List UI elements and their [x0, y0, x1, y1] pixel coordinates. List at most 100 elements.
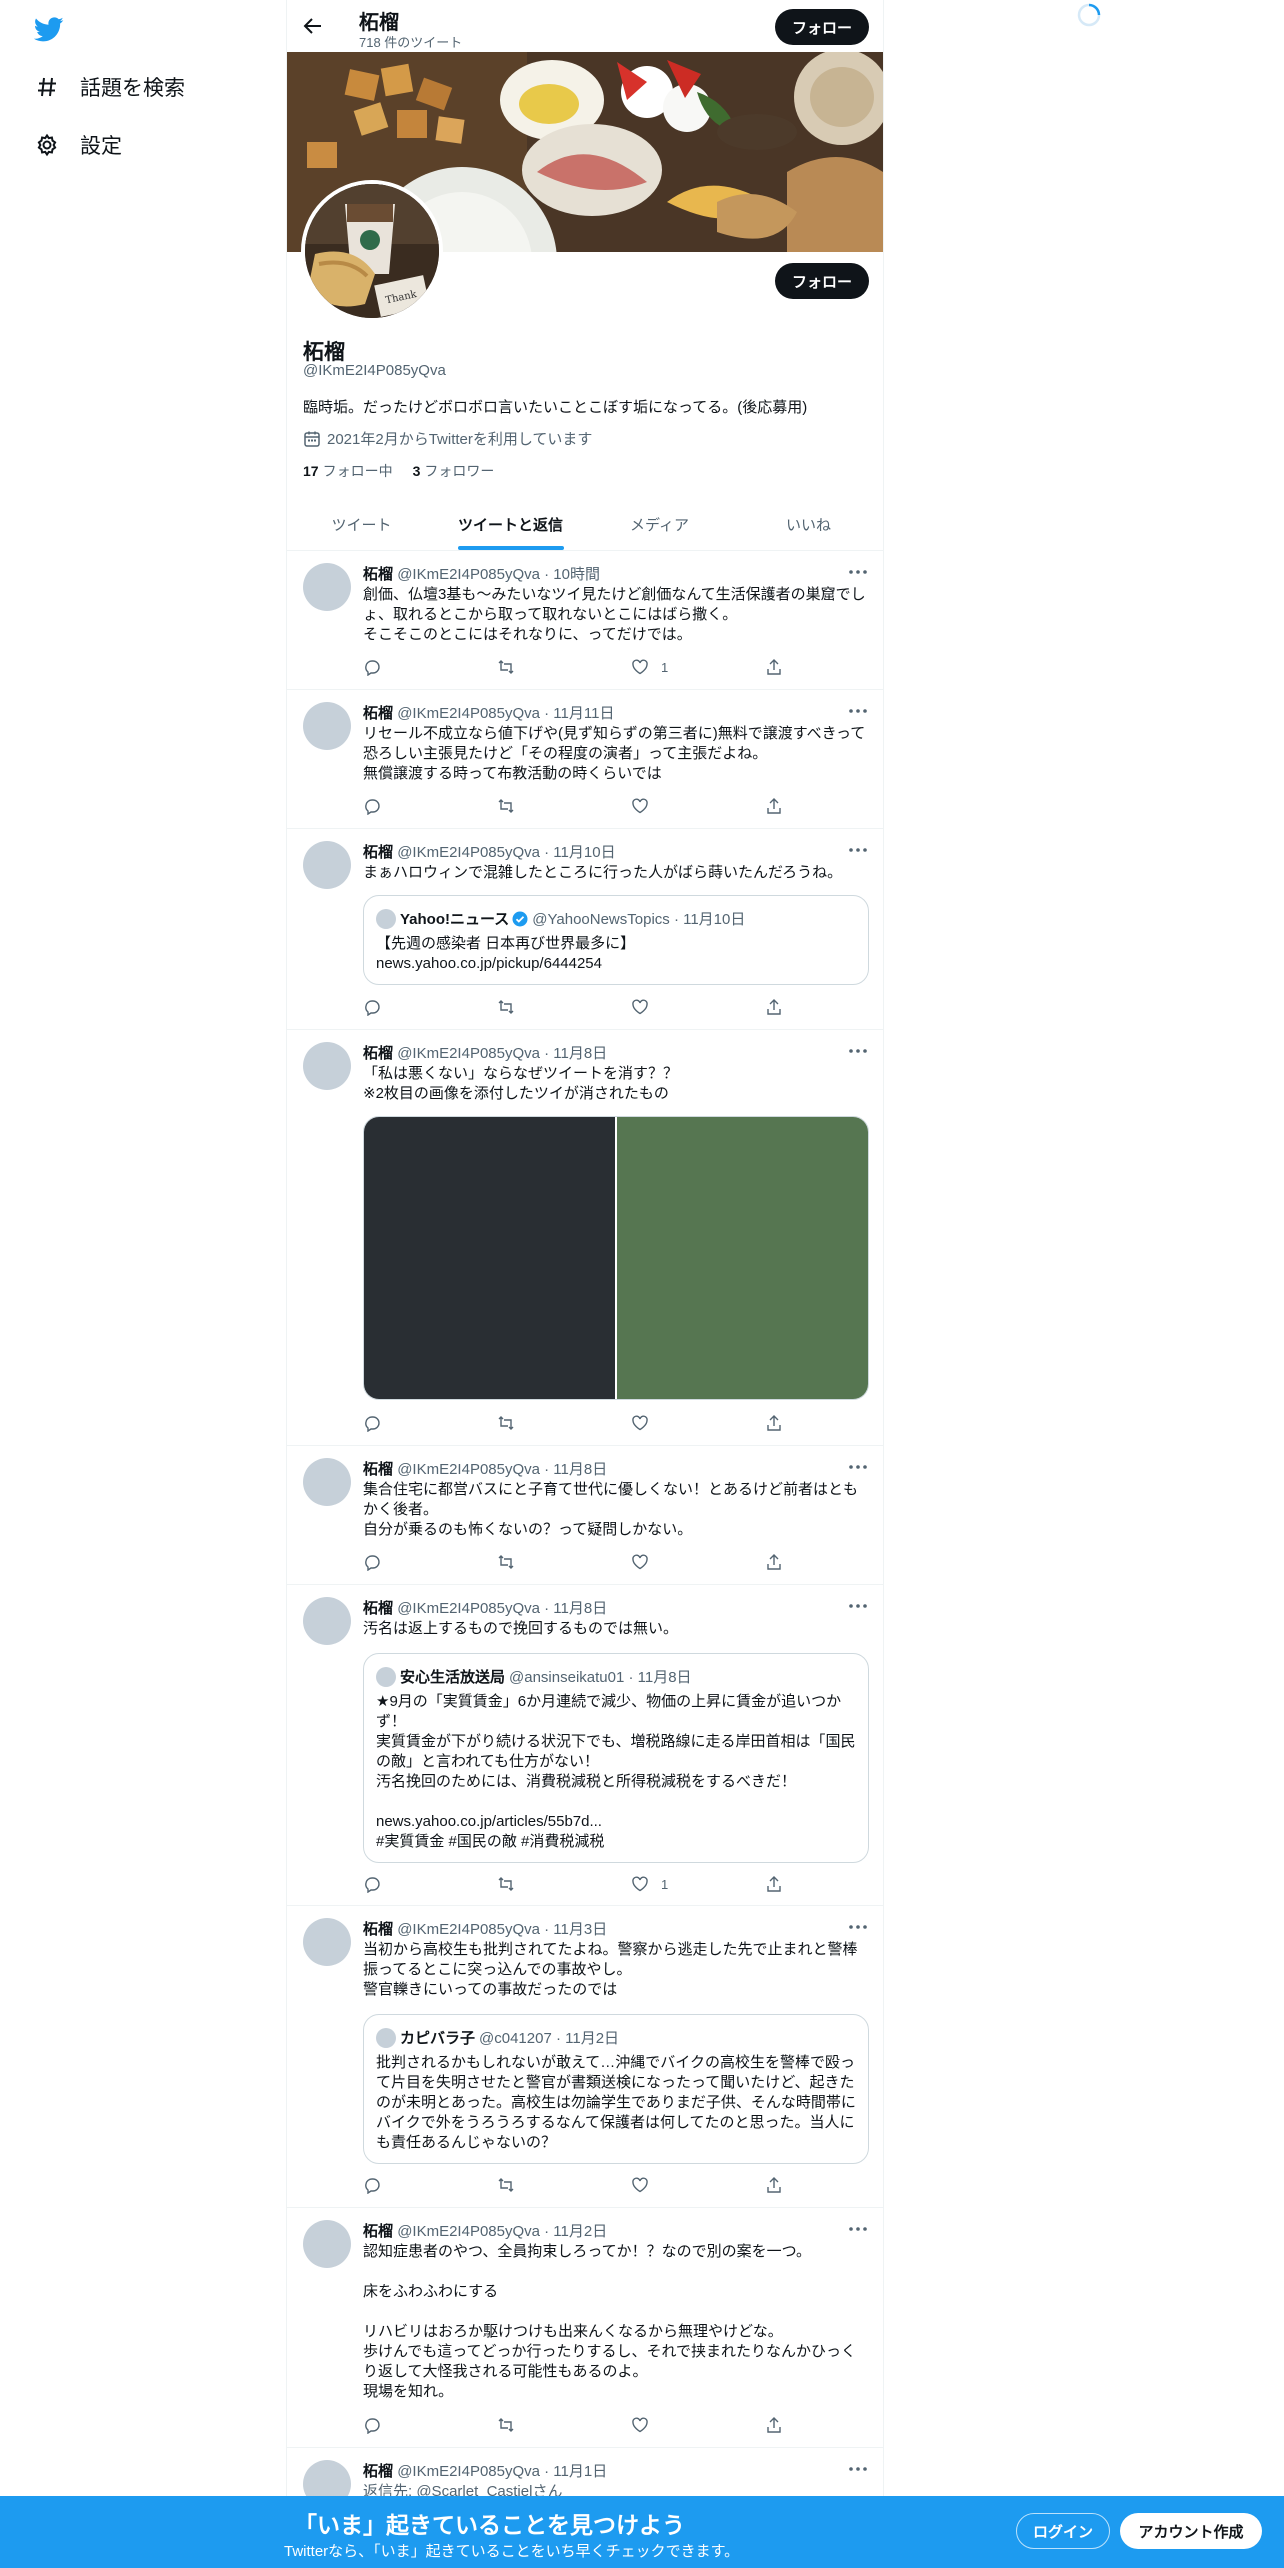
tweet-item[interactable]: 柘榴 @IKmE2I4P085yQva · 11月10日 まぁハロウィンで混雑し… [287, 829, 883, 1030]
retweet-button[interactable] [497, 2175, 631, 2195]
followers-link[interactable]: 3 フォロワー [413, 461, 495, 481]
tweet-author-name[interactable]: 柘榴 [363, 2463, 393, 2480]
like-button[interactable] [631, 1552, 765, 1572]
reply-button[interactable] [363, 2415, 497, 2435]
tweet-meta[interactable]: @IKmE2I4P085yQva · 11月2日 [397, 2223, 607, 2240]
tweet-meta[interactable]: @IKmE2I4P085yQva · 11月8日 [397, 1461, 607, 1478]
tweet-item[interactable]: 柘榴 @IKmE2I4P085yQva · 11月2日 認知症患者のやつ、全員拘… [287, 2208, 883, 2448]
login-button[interactable]: ログイン [1016, 2513, 1110, 2549]
tab-tweets-and-replies[interactable]: ツイートと返信 [436, 498, 585, 550]
reply-button[interactable] [363, 1874, 497, 1894]
tweet-avatar[interactable] [303, 2220, 351, 2268]
like-button[interactable] [631, 997, 765, 1017]
tweet-meta[interactable]: @IKmE2I4P085yQva · 11月10日 [397, 844, 615, 861]
retweet-button[interactable] [497, 1413, 631, 1433]
tweet-author-name[interactable]: 柘榴 [363, 844, 393, 861]
tweet-actions [363, 997, 783, 1017]
tweet-item[interactable]: 柘榴 @IKmE2I4P085yQva · 10時間 創価、仏壇3基も～みたいな… [287, 551, 883, 690]
share-button[interactable] [765, 1552, 783, 1572]
share-button[interactable] [765, 1413, 783, 1433]
tweet-image-2[interactable] [617, 1117, 868, 1399]
retweet-button[interactable] [497, 1552, 631, 1572]
more-options-icon[interactable] [847, 1042, 869, 1060]
tweet-author-name[interactable]: 柘榴 [363, 1045, 393, 1062]
tweet-meta[interactable]: @IKmE2I4P085yQva · 11月8日 [397, 1600, 607, 1617]
tweet-author-name[interactable]: 柘榴 [363, 1921, 393, 1938]
like-button[interactable] [631, 2175, 765, 2195]
tab-tweets[interactable]: ツイート [287, 498, 436, 550]
tweet-avatar[interactable] [303, 1458, 351, 1506]
tweet-meta[interactable]: @IKmE2I4P085yQva · 10時間 [397, 566, 600, 583]
tweet-image-1[interactable] [364, 1117, 615, 1399]
more-options-icon[interactable] [847, 1918, 869, 1936]
tab-likes[interactable]: いいね [734, 498, 883, 550]
share-button[interactable] [765, 997, 783, 1017]
tweet-meta[interactable]: @IKmE2I4P085yQva · 11月11日 [397, 705, 614, 722]
more-options-icon[interactable] [847, 1597, 869, 1615]
reply-button[interactable] [363, 2175, 497, 2195]
tweet-author-name[interactable]: 柘榴 [363, 1461, 393, 1478]
reply-button[interactable] [363, 657, 497, 677]
signup-button[interactable]: アカウント作成 [1120, 2513, 1262, 2549]
reply-button[interactable] [363, 796, 497, 816]
tweet-avatar[interactable] [303, 1597, 351, 1645]
reply-button[interactable] [363, 997, 497, 1017]
tweet-meta[interactable]: @IKmE2I4P085yQva · 11月8日 [397, 1045, 607, 1062]
like-button[interactable]: 1 [631, 657, 765, 677]
tweet-item[interactable]: 柘榴 @IKmE2I4P085yQva · 11月3日 当初から高校生も批判され… [287, 1906, 883, 2208]
tweet-author-name[interactable]: 柘榴 [363, 566, 393, 583]
quoted-tweet[interactable]: カピバラ子 @c041207 · 11月2日 批判されるかもしれないが敢えて…沖… [363, 2014, 869, 2164]
tweet-meta[interactable]: @IKmE2I4P085yQva · 11月3日 [397, 1921, 607, 1938]
like-button[interactable] [631, 2415, 765, 2435]
more-options-icon[interactable] [847, 702, 869, 720]
tweet-avatar[interactable] [303, 1918, 351, 1966]
profile-handle: @IKmE2I4P085yQva [303, 362, 446, 379]
quoted-tweet[interactable]: 安心生活放送局 @ansinseikatu01 · 11月8日 ★9月の「実質賃… [363, 1653, 869, 1863]
tweet-avatar[interactable] [303, 563, 351, 611]
like-button[interactable]: 1 [631, 1874, 765, 1894]
tweet-meta[interactable]: @IKmE2I4P085yQva · 11月1日 [397, 2463, 607, 2480]
tweet-author-name[interactable]: 柘榴 [363, 2223, 393, 2240]
quoted-tweet-header: カピバラ子 @c041207 · 11月2日 [376, 2027, 619, 2048]
share-button[interactable] [765, 2415, 783, 2435]
like-button[interactable] [631, 796, 765, 816]
following-link[interactable]: 17 フォロー中 [303, 461, 393, 481]
tweet-item[interactable]: 柘榴 @IKmE2I4P085yQva · 11月8日 「私は悪くない」ならなぜ… [287, 1030, 883, 1446]
profile-follow-button[interactable]: フォロー [775, 263, 869, 299]
like-button[interactable] [631, 1413, 765, 1433]
tweet-author-name[interactable]: 柘榴 [363, 1600, 393, 1617]
share-button[interactable] [765, 1874, 783, 1894]
tweet-item[interactable]: 柘榴 @IKmE2I4P085yQva · 11月8日 集合住宅に都営バスにと子… [287, 1446, 883, 1585]
retweet-button[interactable] [497, 657, 631, 677]
header-follow-button[interactable]: フォロー [775, 9, 869, 45]
back-arrow-icon[interactable] [301, 14, 325, 38]
retweet-button[interactable] [497, 796, 631, 816]
share-button[interactable] [765, 2175, 783, 2195]
profile-avatar[interactable]: Thank [301, 180, 443, 322]
retweet-button[interactable] [497, 997, 631, 1017]
tweet-item[interactable]: 柘榴 @IKmE2I4P085yQva · 11月11日 リセール不成立なら値下… [287, 690, 883, 829]
nav-settings[interactable]: 設定 [34, 125, 122, 165]
twitter-logo-icon[interactable] [34, 14, 64, 44]
more-options-icon[interactable] [847, 2460, 869, 2478]
more-options-icon[interactable] [847, 563, 869, 581]
share-button[interactable] [765, 796, 783, 816]
retweet-button[interactable] [497, 2415, 631, 2435]
tweet-avatar[interactable] [303, 841, 351, 889]
nav-explore[interactable]: 話題を検索 [34, 67, 185, 107]
tweet-author-name[interactable]: 柘榴 [363, 705, 393, 722]
more-options-icon[interactable] [847, 2220, 869, 2238]
reply-button[interactable] [363, 1413, 497, 1433]
share-icon [767, 2417, 781, 2433]
share-icon [767, 2177, 781, 2193]
more-options-icon[interactable] [847, 1458, 869, 1476]
tab-media[interactable]: メディア [585, 498, 734, 550]
share-button[interactable] [765, 657, 783, 677]
reply-button[interactable] [363, 1552, 497, 1572]
tweet-item[interactable]: 柘榴 @IKmE2I4P085yQva · 11月8日 汚名は返上するもので挽回… [287, 1585, 883, 1906]
tweet-avatar[interactable] [303, 1042, 351, 1090]
more-options-icon[interactable] [847, 841, 869, 859]
tweet-avatar[interactable] [303, 702, 351, 750]
retweet-button[interactable] [497, 1874, 631, 1894]
quoted-tweet[interactable]: Yahoo!ニュース @YahooNewsTopics · 11月10日 【先週… [363, 895, 869, 985]
